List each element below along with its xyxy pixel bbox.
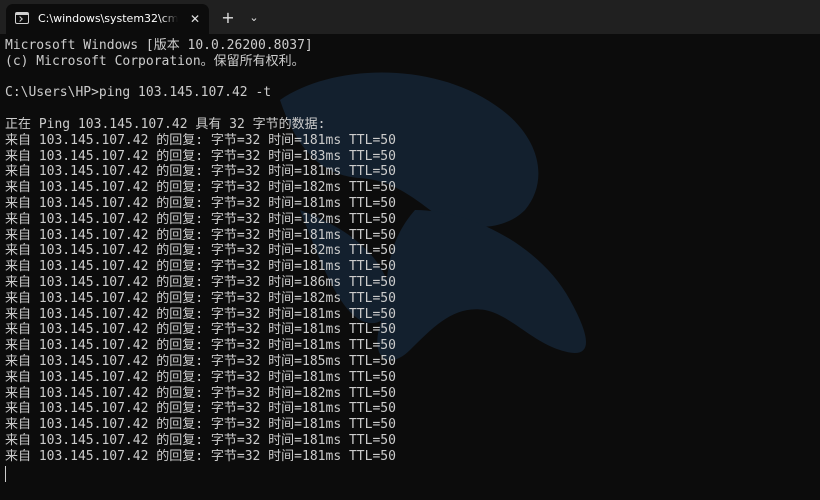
terminal-icon xyxy=(15,12,29,24)
reply-line: 来自 103.145.107.42 的回复: 字节=32 时间=182ms TT… xyxy=(5,211,396,227)
reply-line: 来自 103.145.107.42 的回复: 字节=32 时间=181ms TT… xyxy=(5,132,396,148)
command-line: C:\Users\HP>ping 103.145.107.42 -t xyxy=(5,85,272,101)
tab-cmd[interactable]: C:\windows\system32\cmd.exe ✕ xyxy=(6,4,209,34)
text-cursor xyxy=(5,465,6,482)
reply-line: 来自 103.145.107.42 的回复: 字节=32 时间=181ms TT… xyxy=(5,417,396,433)
header-line: Microsoft Windows [版本 10.0.26200.8037] xyxy=(5,38,313,53)
reply-line: 来自 103.145.107.42 的回复: 字节=32 时间=181ms TT… xyxy=(5,227,396,243)
reply-line: 来自 103.145.107.42 的回复: 字节=32 时间=182ms TT… xyxy=(5,385,396,401)
reply-line: 来自 103.145.107.42 的回复: 字节=32 时间=181ms TT… xyxy=(5,195,396,211)
plus-icon[interactable]: + xyxy=(218,8,238,28)
terminal-output[interactable]: Microsoft Windows [版本 10.0.26200.8037] (… xyxy=(5,38,815,488)
reply-line: 来自 103.145.107.42 的回复: 字节=32 时间=182ms TT… xyxy=(5,243,396,259)
reply-line: 来自 103.145.107.42 的回复: 字节=32 时间=181ms TT… xyxy=(5,164,396,180)
header-line: (c) Microsoft Corporation。保留所有权利。 xyxy=(5,53,305,69)
reply-line: 来自 103.145.107.42 的回复: 字节=32 时间=182ms TT… xyxy=(5,290,396,306)
reply-line: 来自 103.145.107.42 的回复: 字节=32 时间=181ms TT… xyxy=(5,322,396,338)
title-bar: C:\windows\system32\cmd.exe ✕ + ⌄ xyxy=(0,0,820,34)
reply-line: 来自 103.145.107.42 的回复: 字节=32 时间=182ms TT… xyxy=(5,180,396,196)
reply-line: 来自 103.145.107.42 的回复: 字节=32 时间=181ms TT… xyxy=(5,306,396,322)
tab-title: C:\windows\system32\cmd.exe xyxy=(38,12,178,25)
scrollbar[interactable] xyxy=(814,36,819,498)
chevron-down-icon[interactable]: ⌄ xyxy=(244,8,264,28)
reply-line: 来自 103.145.107.42 的回复: 字节=32 时间=181ms TT… xyxy=(5,259,396,275)
reply-line: 来自 103.145.107.42 的回复: 字节=32 时间=186ms TT… xyxy=(5,274,396,290)
reply-line: 来自 103.145.107.42 的回复: 字节=32 时间=181ms TT… xyxy=(5,432,396,448)
reply-line: 来自 103.145.107.42 的回复: 字节=32 时间=185ms TT… xyxy=(5,353,396,369)
close-icon[interactable]: ✕ xyxy=(187,11,203,27)
reply-line: 来自 103.145.107.42 的回复: 字节=32 时间=183ms TT… xyxy=(5,148,396,164)
terminal-window: C:\windows\system32\cmd.exe ✕ + ⌄ Micros… xyxy=(0,0,820,500)
reply-line: 来自 103.145.107.42 的回复: 字节=32 时间=181ms TT… xyxy=(5,448,396,464)
ping-intro-line: 正在 Ping 103.145.107.42 具有 32 字节的数据: xyxy=(5,116,326,132)
reply-line: 来自 103.145.107.42 的回复: 字节=32 时间=181ms TT… xyxy=(5,369,396,385)
reply-line: 来自 103.145.107.42 的回复: 字节=32 时间=181ms TT… xyxy=(5,338,396,354)
reply-line: 来自 103.145.107.42 的回复: 字节=32 时间=181ms TT… xyxy=(5,401,396,417)
